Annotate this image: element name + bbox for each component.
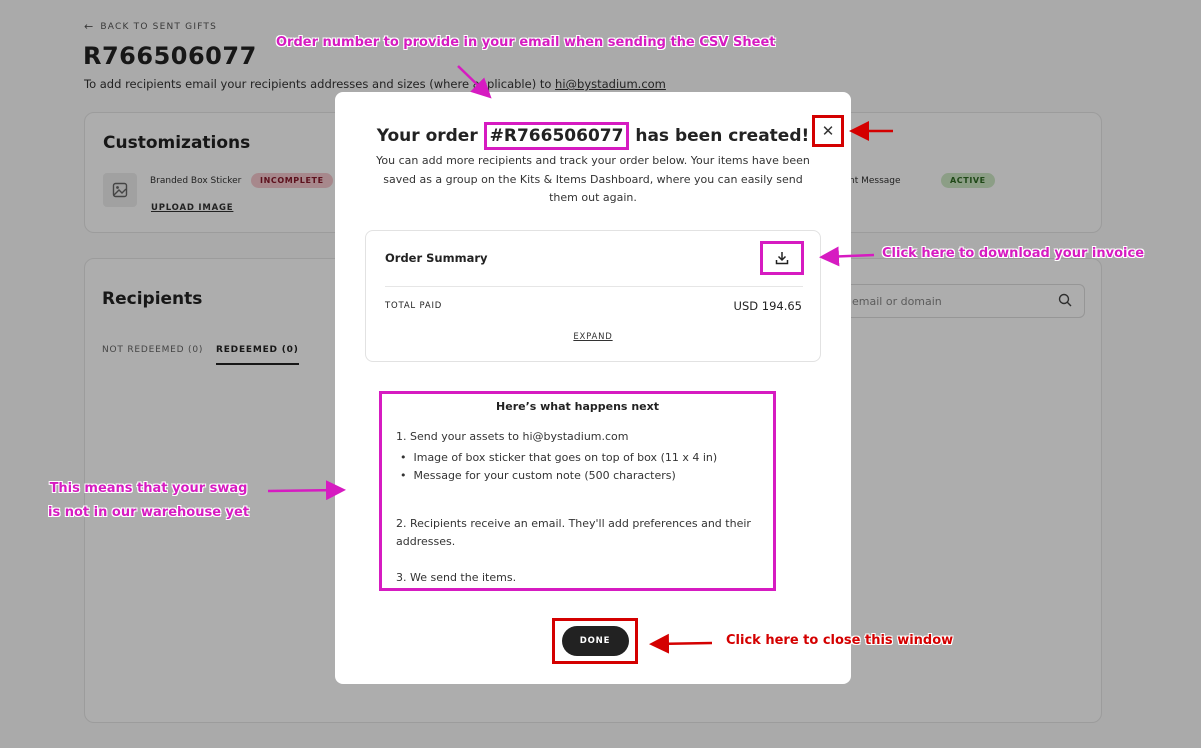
annotation-swag-line-2: is not in our warehouse yet	[48, 505, 250, 520]
arrow-swag	[267, 480, 346, 501]
arrow-order-number	[457, 65, 492, 99]
annotation-invoice: Click here to download your invoice	[882, 246, 1145, 261]
annotation-swag: This means that your swag is not in our …	[48, 477, 249, 525]
annotation-close: Click here to close this window	[726, 633, 954, 648]
annotation-arrows	[267, 65, 893, 654]
annotation-swag-line-1: This means that your swag	[49, 481, 248, 496]
arrow-invoice	[819, 246, 875, 267]
arrow-done	[649, 633, 713, 654]
annotation-order-number: Order number to provide in your email wh…	[276, 35, 776, 50]
